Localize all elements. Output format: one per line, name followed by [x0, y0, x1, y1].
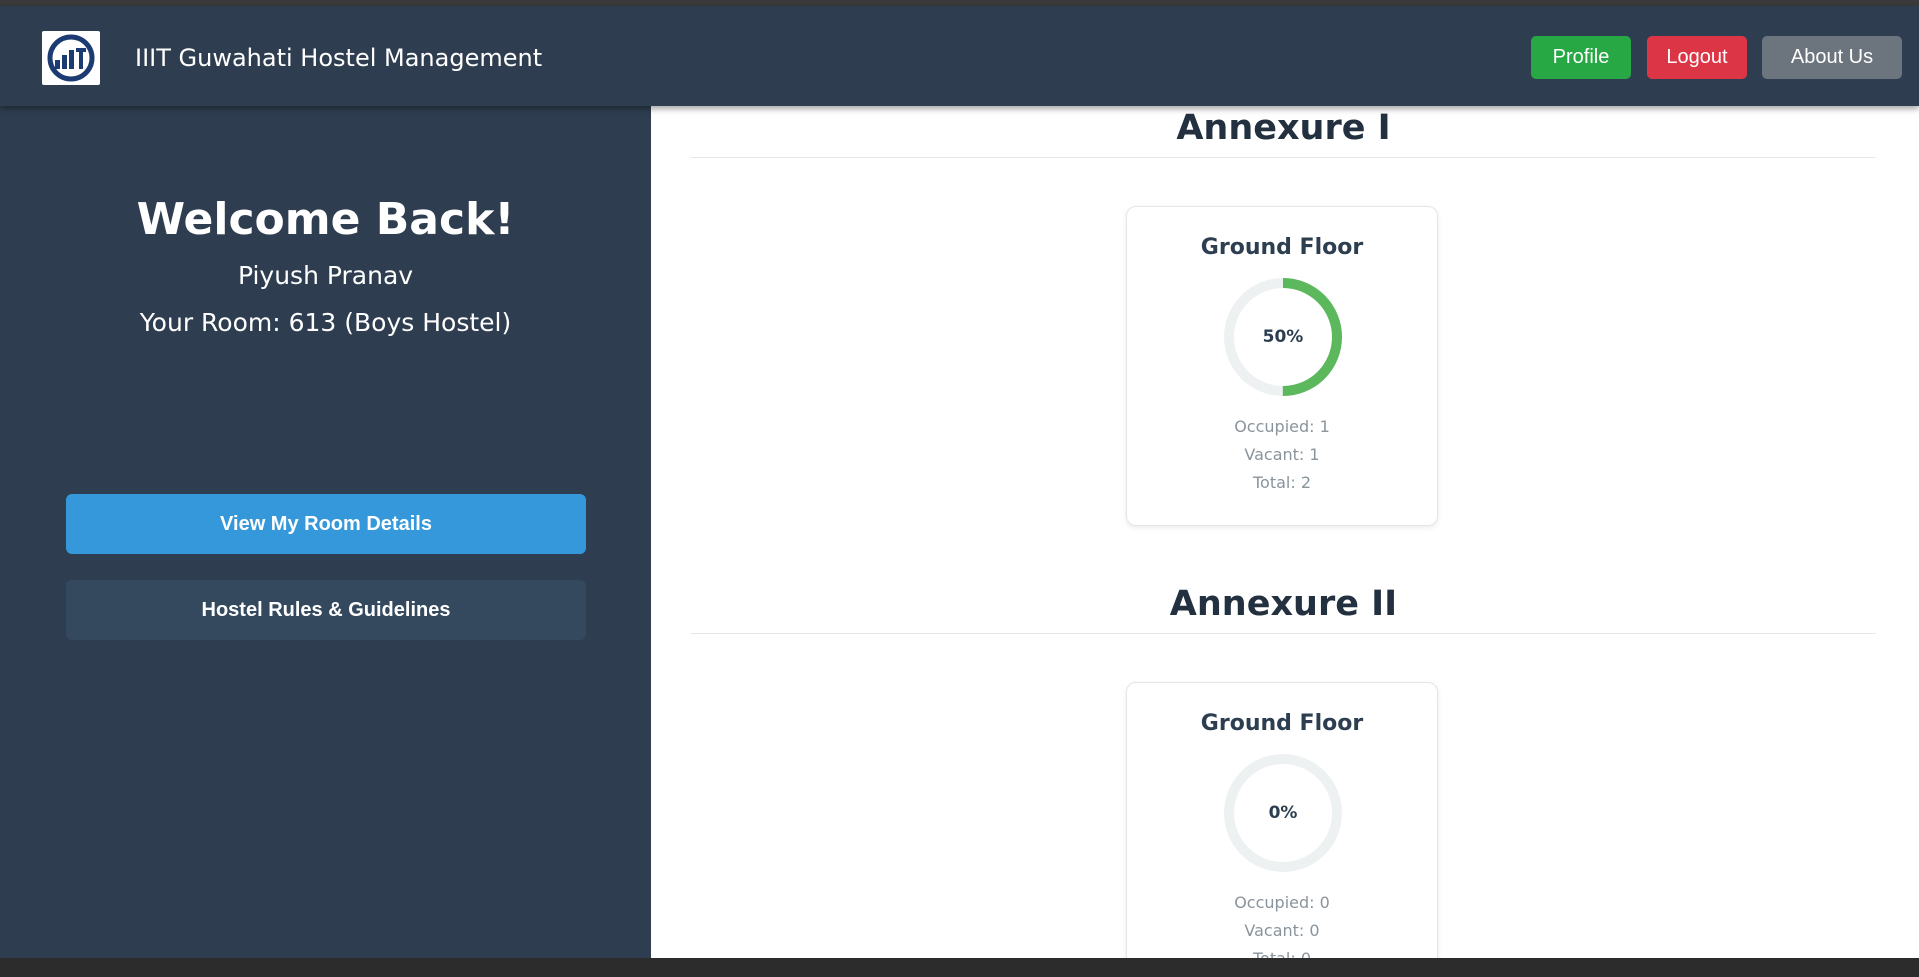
total-count: Total: 2: [1252, 473, 1312, 492]
vacant-count: Vacant: 0: [1244, 921, 1320, 940]
occupancy-percent: 50%: [1262, 327, 1304, 347]
top-navbar: IIIT Guwahati Hostel Management Profile …: [0, 6, 1919, 106]
occupied-count: Occupied: 0: [1234, 893, 1330, 912]
logout-button[interactable]: Logout: [1647, 36, 1747, 79]
occupancy-percent: 0%: [1268, 803, 1298, 823]
floor-card-annexure-2-ground[interactable]: Ground Floor 0% Occupied: 0 Vacant: 0 To…: [1126, 682, 1438, 958]
user-name: Piyush Pranav: [237, 261, 414, 290]
iiitg-logo-icon[interactable]: [42, 31, 100, 85]
floor-title: Ground Floor: [1200, 235, 1364, 260]
about-us-button[interactable]: About Us: [1762, 36, 1902, 79]
vacant-count: Vacant: 1: [1244, 445, 1320, 464]
welcome-heading: Welcome Back!: [136, 194, 515, 245]
section-divider: [691, 157, 1876, 158]
user-room-info: Your Room: 613 (Boys Hostel): [139, 308, 512, 337]
section-title-annexure-2: Annexure II: [1169, 584, 1398, 624]
view-room-details-button[interactable]: View My Room Details: [66, 494, 586, 554]
floor-title: Ground Floor: [1200, 711, 1364, 736]
sidebar: Welcome Back! Piyush Pranav Your Room: 6…: [0, 106, 651, 977]
floor-card-annexure-1-ground[interactable]: Ground Floor 50% Occupied: 1 Vacant: 1 T…: [1126, 206, 1438, 526]
window-bottom-edge: [0, 958, 1919, 977]
profile-button[interactable]: Profile: [1531, 36, 1631, 79]
main-content[interactable]: Annexure I Ground Floor 50% Occupied: 1 …: [651, 106, 1919, 958]
brand-title[interactable]: IIIT Guwahati Hostel Management: [135, 44, 542, 72]
section-divider: [691, 633, 1876, 634]
hostel-rules-button[interactable]: Hostel Rules & Guidelines: [66, 580, 586, 640]
total-count: Total: 0: [1127, 949, 1437, 958]
section-title-annexure-1: Annexure I: [1176, 108, 1391, 148]
occupied-count: Occupied: 1: [1234, 417, 1330, 436]
